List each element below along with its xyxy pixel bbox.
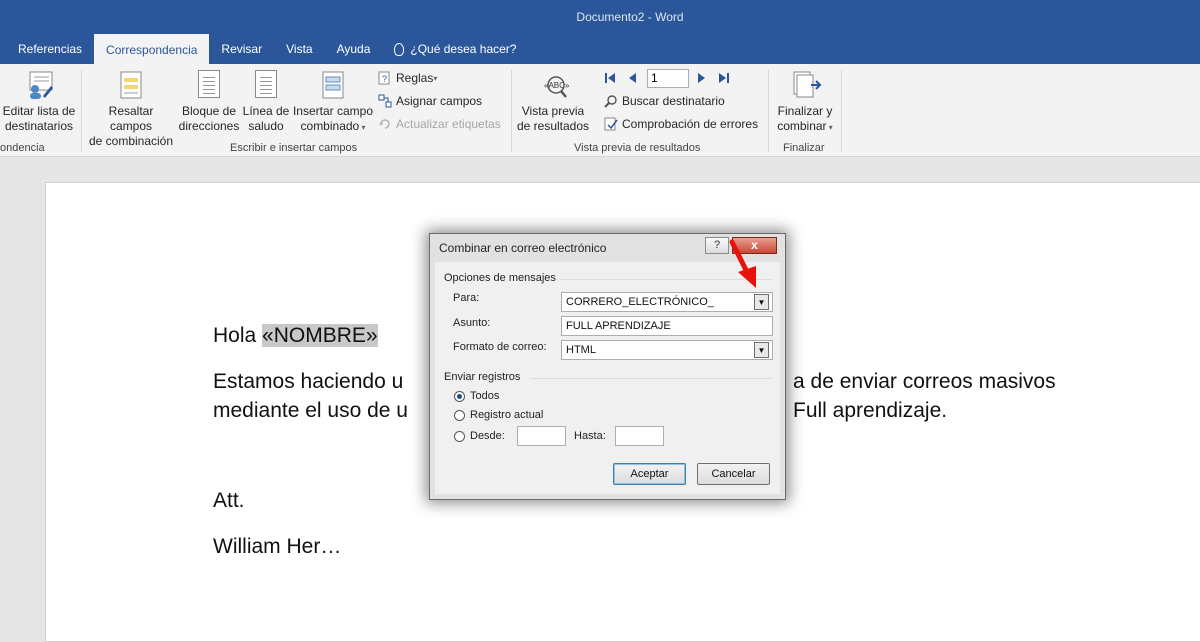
check-errors-icon [604,117,618,131]
closing-line: Att. [213,489,245,512]
subject-label: Asunto: [453,317,491,329]
section-divider [530,378,772,379]
update-labels-button[interactable]: Actualizar etiquetas [378,117,501,131]
ribbon-tabs: Referencias Correspondencia Revisar Vist… [0,34,1200,64]
to-range-input[interactable] [615,426,664,446]
edit-recipients-label-1: Editar lista de [2,104,76,118]
last-record-icon[interactable] [718,72,730,87]
cancel-button[interactable]: Cancelar [697,463,770,485]
all-records-radio[interactable] [454,391,465,402]
current-record-radio[interactable] [454,410,465,421]
window-title: Documento2 - Word [576,10,684,24]
body-line-1-left: Estamos haciendo u [213,370,404,393]
body-line-1-right: a de enviar correos masivos [793,370,1056,393]
group-divider [511,70,512,152]
group-divider [768,70,769,152]
group-label-start-merge: ondencia [0,142,45,154]
range-radio[interactable] [454,431,465,442]
ribbon: Editar lista de destinatarios ondencia R… [0,64,1200,157]
red-arrow-icon [729,239,756,288]
group-divider [81,70,82,152]
to-label: Para: [453,292,480,304]
group-label-preview: Vista previa de resultados [574,142,701,154]
tab-vista[interactable]: Vista [274,34,324,64]
highlight-label-1: Resaltar campos [108,104,154,133]
next-record-icon[interactable] [697,72,707,87]
finish-label-1: Finalizar y [777,104,833,118]
recipients-list-icon [25,70,53,100]
help-button[interactable]: ? [705,237,729,254]
match-fields-icon [378,94,392,108]
address-block-icon [195,70,223,100]
send-records-heading: Enviar registros [444,371,521,383]
to-dropdown-button[interactable]: ▼ [754,294,769,310]
finish-merge-icon [791,70,822,100]
accept-button[interactable]: Aceptar [613,463,686,485]
find-recipient-button[interactable]: Buscar destinatario [604,94,725,108]
address-block-button[interactable]: Bloque de direcciones [178,70,240,134]
match-fields-button[interactable]: Asignar campos [378,94,482,108]
greeting-line: Hola «NOMBRE» [213,324,378,347]
preview-label-2: de resultados [516,119,590,133]
dialog-title: Combinar en correo electrónico [439,241,607,255]
greeting-line-button[interactable]: Línea de saludo [241,70,291,134]
address-block-label-1: Bloque de [181,104,237,118]
insert-field-icon [319,70,347,100]
title-bar: Documento2 - Word [0,0,1200,34]
group-label-finish: Finalizar [783,142,825,154]
insert-merge-field-button[interactable]: Insertar campo combinado ▾ [290,70,376,135]
preview-results-button[interactable]: «ABC» Vista previa de resultados [516,70,590,134]
svg-text:?: ? [382,74,387,84]
edit-recipients-label-2: destinatarios [4,119,74,133]
lightbulb-icon [394,42,405,56]
tab-referencias[interactable]: Referencias [0,34,94,64]
insert-field-label-2: combinado ▾ [300,119,366,133]
tell-me-search[interactable]: ¿Qué desea hacer? [382,34,528,64]
current-record-label: Registro actual [470,409,544,421]
preview-label-1: Vista previa [521,104,585,118]
format-dropdown-button[interactable]: ▼ [754,342,769,358]
edit-recipients-button[interactable]: Editar lista de destinatarios [2,70,76,134]
update-labels-icon [378,117,392,131]
highlight-fields-icon [117,70,145,100]
rules-button[interactable]: ? Reglas ▾ [378,71,437,85]
subject-input[interactable]: FULL APRENDIZAJE [561,316,773,336]
all-records-label: Todos [470,390,500,402]
rules-icon: ? [378,71,392,85]
to-range-label: Hasta: [574,430,606,442]
from-input[interactable] [517,426,566,446]
tell-me-label: ¿Qué desea hacer? [410,42,517,56]
finish-merge-button[interactable]: Finalizar y combinar ▾ [772,70,838,135]
insert-field-label-1: Insertar campo [292,104,374,118]
greeting-line-icon [252,70,280,100]
to-select[interactable]: CORRERO_ELECTRÓNICO_ [561,292,773,312]
body-line-2-left: mediante el uso de u [213,399,408,422]
finish-label-2: combinar ▾ [777,119,833,133]
from-label: Desde: [470,430,505,442]
greeting-line-label-1: Línea de [242,104,290,118]
highlight-label-2: de combinación [88,134,174,148]
address-block-label-2: direcciones [178,119,240,133]
greeting-line-label-2: saludo [248,119,284,133]
record-number-input[interactable]: 1 [647,69,689,88]
merge-field-nombre[interactable]: «NOMBRE» [262,324,378,347]
format-select[interactable]: HTML [561,340,773,360]
tab-ayuda[interactable]: Ayuda [325,34,383,64]
group-label-write-insert: Escribir e insertar campos [230,142,358,154]
message-options-heading: Opciones de mensajes [444,272,556,284]
tab-correspondencia[interactable]: Correspondencia [94,34,210,64]
body-line-2-right: Full aprendizaje. [793,399,948,422]
previous-record-icon[interactable] [627,72,637,87]
find-recipient-icon [604,94,618,108]
group-divider [841,70,842,152]
format-label: Formato de correo: [453,341,547,353]
signature-line: William Her… [213,535,342,558]
first-record-icon[interactable] [604,72,616,87]
tab-revisar[interactable]: Revisar [209,34,274,64]
highlight-merge-fields-button[interactable]: Resaltar campos de combinación [86,70,176,149]
check-errors-button[interactable]: Comprobación de errores [604,117,758,131]
preview-abc-icon: «ABC» [539,70,570,100]
